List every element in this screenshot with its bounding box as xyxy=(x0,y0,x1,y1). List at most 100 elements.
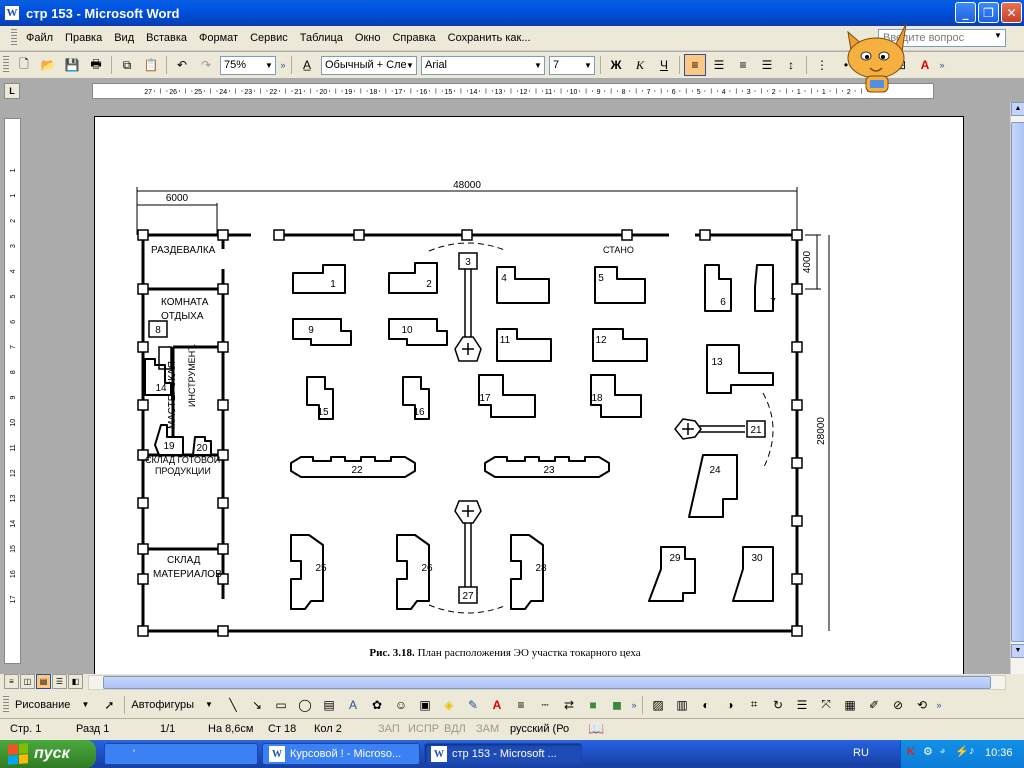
document-page[interactable]: 48000 6000 4000 28000 РАЗДЕВАЛКА КОМНАТА… xyxy=(94,116,964,674)
menubar-grip[interactable] xyxy=(11,29,17,47)
new-document-icon[interactable]: 🗋 xyxy=(13,54,35,76)
help-dropdown-icon[interactable]: ▼ xyxy=(992,31,1004,45)
scroll-up-icon[interactable]: ▲ xyxy=(1011,102,1024,116)
redo-icon[interactable]: ↷ xyxy=(195,54,217,76)
reading-view-icon[interactable]: ◧ xyxy=(68,674,83,689)
rectangle-tool-icon[interactable]: ▭ xyxy=(270,694,292,716)
status-language[interactable]: русский (Ро xyxy=(510,723,569,735)
fill-color-icon[interactable]: ◈ xyxy=(438,694,460,716)
wordart-icon[interactable]: A xyxy=(342,694,364,716)
text-wrap-icon[interactable]: ▦ xyxy=(839,694,861,716)
taskbar-item-kursovoy[interactable]: W Курсовой ! - Microso... xyxy=(262,743,420,765)
menu-save-as[interactable]: Сохранить как... xyxy=(442,30,537,46)
compress-icon[interactable]: ⤧ xyxy=(815,694,837,716)
document-area[interactable]: 48000 6000 4000 28000 РАЗДЕВАЛКА КОМНАТА… xyxy=(25,102,1010,674)
line-color-icon[interactable]: ✎ xyxy=(462,694,484,716)
spelling-status-icon[interactable]: 📖 xyxy=(588,721,604,737)
print-icon[interactable]: 🖶 xyxy=(85,54,107,76)
normal-view-icon[interactable]: ≡ xyxy=(4,674,19,689)
autoshapes-button[interactable]: Автофигуры xyxy=(128,699,197,711)
menu-help[interactable]: Справка xyxy=(386,30,441,46)
print-layout-icon[interactable]: ▤ xyxy=(36,674,51,689)
menu-file[interactable]: Файл xyxy=(20,30,59,46)
taskbar-item-blank[interactable]: ' xyxy=(104,743,258,765)
crop-icon[interactable]: ⌗ xyxy=(743,694,765,716)
status-track[interactable]: ИСПР xyxy=(408,723,439,735)
align-left-icon[interactable]: ≡ xyxy=(684,54,706,76)
brightness-icon[interactable]: ◑ xyxy=(719,694,741,716)
menu-format[interactable]: Формат xyxy=(193,30,244,46)
vertical-ruler[interactable]: 11234567891011121314151617 xyxy=(4,118,21,664)
menu-tools[interactable]: Сервис xyxy=(244,30,294,46)
paste-icon[interactable]: 📋 xyxy=(140,54,162,76)
picture-icon[interactable]: ▣ xyxy=(414,694,436,716)
menu-window[interactable]: Окно xyxy=(349,30,387,46)
select-pointer-icon[interactable]: ➚ xyxy=(98,694,120,716)
numbering-icon[interactable]: ⋮ xyxy=(811,54,833,76)
arrow-tool-icon[interactable]: ↘ xyxy=(246,694,268,716)
line-spacing-icon[interactable]: ↕ xyxy=(780,54,802,76)
image-control-icon[interactable]: ▥ xyxy=(671,694,693,716)
picture-toolbar-options-icon[interactable]: » xyxy=(934,700,944,710)
oval-tool-icon[interactable]: ◯ xyxy=(294,694,316,716)
antivirus-icon[interactable]: K xyxy=(907,746,915,758)
horizontal-scroll-thumb[interactable] xyxy=(103,676,991,689)
textbox-tool-icon[interactable]: ▤ xyxy=(318,694,340,716)
zoom-select[interactable]: 75% ▼ xyxy=(220,55,276,75)
floor-plan-figure[interactable]: 48000 6000 4000 28000 РАЗДЕВАЛКА КОМНАТА… xyxy=(133,169,833,639)
toolbar-options-icon[interactable]: » xyxy=(278,60,288,70)
align-right-icon[interactable]: ≡ xyxy=(732,54,754,76)
toolbar-grip[interactable] xyxy=(3,56,9,74)
dash-style-icon[interactable]: ┄ xyxy=(534,694,556,716)
copy-icon[interactable]: ⧉ xyxy=(116,54,138,76)
clock[interactable]: 10:36 xyxy=(985,747,1013,759)
draw-menu-dropdown-icon[interactable]: ▼ xyxy=(74,694,96,716)
toolbar-options-icon[interactable]: » xyxy=(937,60,947,70)
autoshapes-dropdown-icon[interactable]: ▼ xyxy=(198,694,220,716)
taskbar-item-page-153[interactable]: W стр 153 - Microsoft ... xyxy=(424,743,582,765)
font-color-icon[interactable]: A xyxy=(914,54,936,76)
insert-picture-icon[interactable]: ▨ xyxy=(647,694,669,716)
line-weight-icon[interactable]: ☰ xyxy=(791,694,813,716)
menu-view[interactable]: Вид xyxy=(108,30,140,46)
start-button[interactable]: пуск xyxy=(0,740,96,768)
draw-menu-button[interactable]: Рисование xyxy=(12,699,73,711)
bold-button[interactable]: Ж xyxy=(605,54,627,76)
horizontal-scrollbar[interactable] xyxy=(88,675,1006,690)
reset-picture-icon[interactable]: ⟲ xyxy=(911,694,933,716)
minimize-button[interactable]: _ xyxy=(955,2,976,23)
volume-icon[interactable]: ♪ xyxy=(969,745,975,757)
office-assistant-cat[interactable] xyxy=(842,14,912,94)
menu-table[interactable]: Таблица xyxy=(294,30,349,46)
clipart-icon[interactable]: ☺ xyxy=(390,694,412,716)
italic-button[interactable]: К xyxy=(629,54,651,76)
3d-icon[interactable]: ◼ xyxy=(606,694,628,716)
align-center-icon[interactable]: ☰ xyxy=(708,54,730,76)
save-icon[interactable]: 💾 xyxy=(61,54,83,76)
vertical-scrollbar[interactable]: ▲ ▼ xyxy=(1010,102,1024,674)
format-picture-icon[interactable]: ✐ xyxy=(863,694,885,716)
transparent-color-icon[interactable]: ⊘ xyxy=(887,694,909,716)
scroll-down-icon[interactable]: ▼ xyxy=(1011,644,1024,658)
messenger-icon[interactable]: ◕ xyxy=(939,745,946,757)
input-language[interactable]: RU xyxy=(853,747,869,759)
font-size-select[interactable]: 7 ▼ xyxy=(549,55,595,75)
font-color-draw-icon[interactable]: A xyxy=(486,694,508,716)
justify-icon[interactable]: ☰ xyxy=(756,54,778,76)
status-extend[interactable]: ВДЛ xyxy=(444,723,466,735)
underline-button[interactable]: Ч xyxy=(653,54,675,76)
style-dropdown-icon[interactable]: ▼ xyxy=(404,57,416,74)
contrast-icon[interactable]: ◐ xyxy=(695,694,717,716)
web-view-icon[interactable]: ◫ xyxy=(20,674,35,689)
word-app-icon[interactable]: W xyxy=(4,5,20,21)
vertical-scroll-thumb[interactable] xyxy=(1011,122,1024,642)
font-size-dropdown-icon[interactable]: ▼ xyxy=(582,57,594,74)
undo-icon[interactable]: ↶ xyxy=(171,54,193,76)
horizontal-ruler[interactable]: 27 26 25 24 23 22 21 20 19 18 17 16 15 14 13 12 11 10 9 8 7 6… xyxy=(92,83,934,99)
restore-button[interactable]: ❐ xyxy=(978,2,999,23)
drawbar-grip[interactable] xyxy=(3,695,9,714)
font-select[interactable]: Arial ▼ xyxy=(421,55,545,75)
style-select[interactable]: Обычный + Сле ▼ xyxy=(321,55,417,75)
shadow-icon[interactable]: ■ xyxy=(582,694,604,716)
tab-selector-icon[interactable]: L xyxy=(4,83,20,99)
